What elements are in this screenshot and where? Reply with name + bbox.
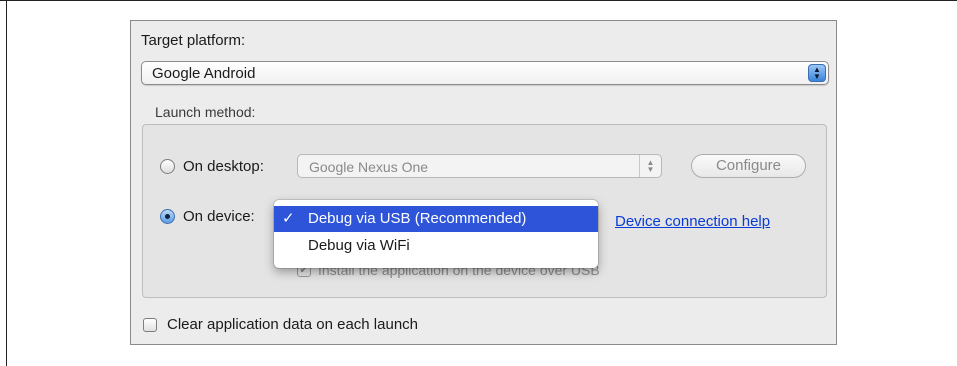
device-connection-help-link[interactable]: Device connection help <box>615 213 770 230</box>
target-platform-select[interactable]: Google Android ▲ ▼ <box>141 61 829 85</box>
on-device-radio[interactable] <box>160 209 175 224</box>
checkmark-icon: ✓ <box>282 210 295 227</box>
menu-item-label: Debug via USB (Recommended) <box>308 210 527 227</box>
menu-item-debug-wifi[interactable]: Debug via WiFi <box>274 233 598 259</box>
on-desktop-radio[interactable] <box>160 159 175 174</box>
device-method-menu: ✓ Debug via USB (Recommended) Debug via … <box>274 200 598 268</box>
radio-dot-icon <box>165 214 170 219</box>
menu-item-label: Debug via WiFi <box>308 237 410 254</box>
frame-left-border <box>6 0 7 366</box>
popup-arrows-icon: ▲ ▼ <box>808 64 826 82</box>
launch-settings-panel: Target platform: Google Android ▲ ▼ Launc… <box>130 20 837 345</box>
frame-top-border <box>0 0 957 1</box>
desktop-device-select: Google Nexus One ▲ ▼ <box>297 154 662 178</box>
target-platform-label: Target platform: <box>141 32 246 49</box>
desktop-device-value: Google Nexus One <box>309 159 429 175</box>
on-device-label: On device: <box>183 208 255 225</box>
menu-item-debug-usb[interactable]: ✓ Debug via USB (Recommended) <box>274 206 598 232</box>
target-platform-value: Google Android <box>152 65 256 82</box>
launch-method-label: Launch method: <box>155 104 256 120</box>
clear-data-checkbox[interactable] <box>143 318 157 332</box>
configure-button: Configure <box>691 154 806 178</box>
popup-arrows-icon: ▲ ▼ <box>639 155 661 177</box>
clear-data-label: Clear application data on each launch <box>167 316 419 333</box>
on-desktop-label: On desktop: <box>183 158 264 175</box>
